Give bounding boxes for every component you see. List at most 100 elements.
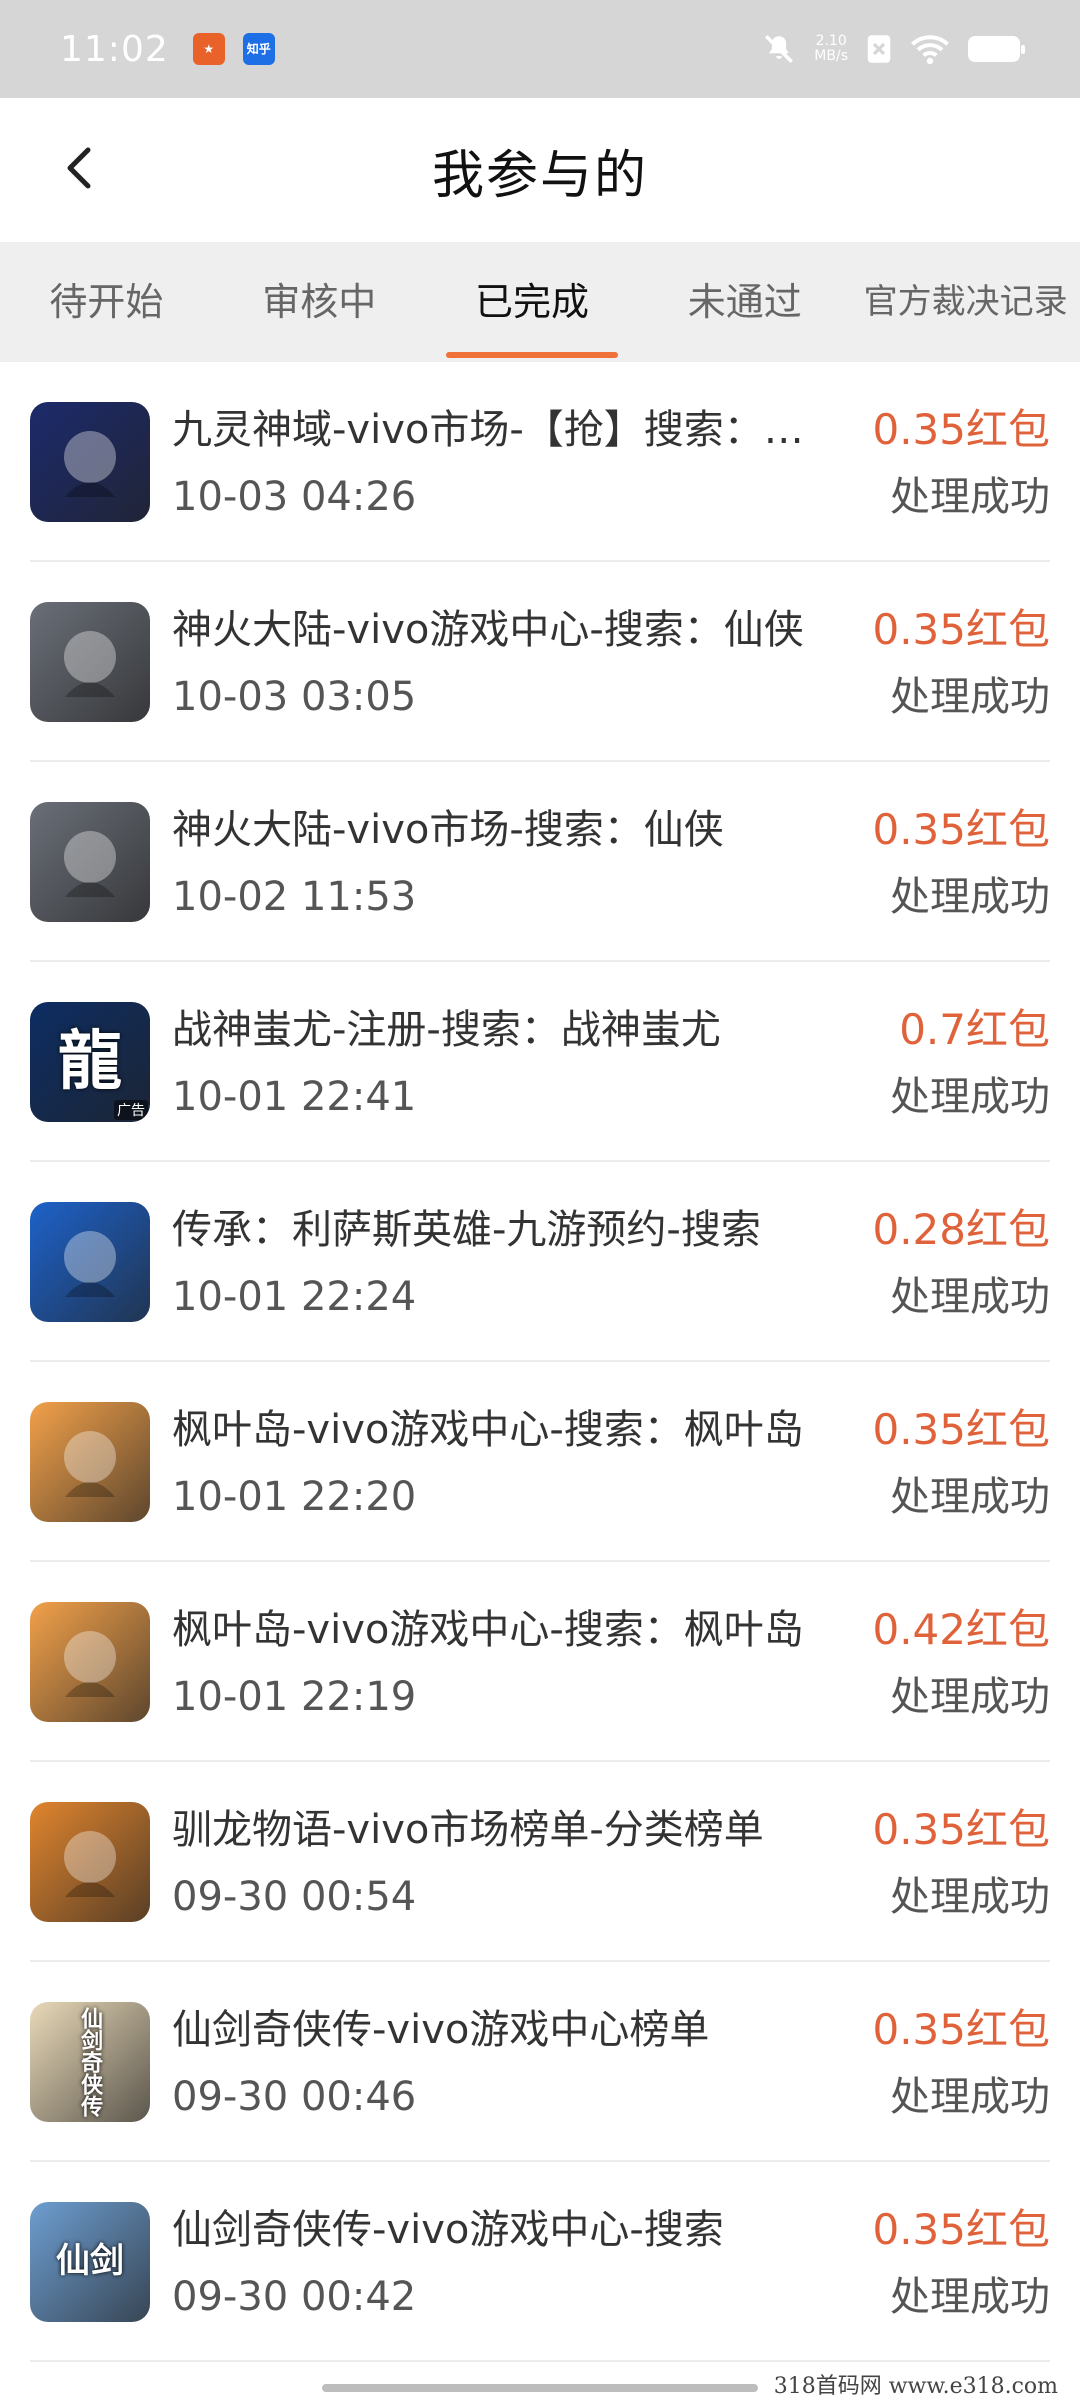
maple-girl-game-icon [30, 1402, 150, 1522]
item-result: 0.35红包 处理成功 [872, 1402, 1050, 1522]
wifi-icon [911, 35, 949, 65]
icon-art [64, 631, 116, 697]
item-title: 仙剑奇侠传-vivo游戏中心-搜索 [172, 2207, 724, 2253]
chevron-left-icon [67, 147, 91, 189]
item-info: 神火大陆-vivo市场-搜索：仙侠 10-02 11:53 [172, 802, 812, 922]
reward-amount: 0.35红包 [872, 405, 1050, 454]
item-date: 10-01 22:24 [172, 1274, 417, 1320]
blue-sword-game-icon [30, 402, 150, 522]
item-info: 枫叶岛-vivo游戏中心-搜索：枫叶岛 10-01 22:19 [172, 1602, 812, 1722]
dragon-character-game-icon: 龍广告 [30, 1002, 150, 1122]
icon-glyph: 仙剑 [56, 2241, 124, 2282]
item-date: 10-03 03:05 [172, 674, 417, 720]
tab-rejected[interactable]: 未通过 [638, 242, 851, 362]
item-date: 10-01 22:41 [172, 1074, 417, 1120]
icon-art [64, 831, 116, 897]
reward-amount: 0.42红包 [872, 1605, 1050, 1654]
reward-amount: 0.35红包 [872, 2005, 1050, 2054]
item-date: 09-30 00:42 [172, 2274, 417, 2320]
tab-official-ruling[interactable]: 官方裁决记录 [851, 242, 1080, 362]
item-title: 神火大陆-vivo游戏中心-搜索：仙侠 [172, 607, 804, 653]
item-info: 仙剑奇侠传-vivo游戏中心-搜索 09-30 00:42 [172, 2202, 812, 2322]
reward-amount: 0.35红包 [872, 805, 1050, 854]
item-result: 0.35红包 处理成功 [872, 402, 1050, 522]
status-text: 处理成功 [890, 2274, 1050, 2320]
ice-sword-game-icon: 仙剑 [30, 2202, 150, 2322]
item-result: 0.35红包 处理成功 [872, 2202, 1050, 2322]
status-text: 处理成功 [890, 2074, 1050, 2120]
status-bar: 11:02 ★ 知乎 2.10 MB/s [0, 0, 1080, 98]
masked-warrior-game-icon [30, 802, 150, 922]
item-title: 神火大陆-vivo市场-搜索：仙侠 [172, 807, 724, 853]
sim-x-icon [867, 35, 891, 63]
list-item[interactable]: 神火大陆-vivo游戏中心-搜索：仙侠 10-03 03:05 0.35红包 处… [0, 562, 1080, 762]
item-date: 09-30 00:46 [172, 2074, 417, 2120]
list-item[interactable]: 神火大陆-vivo市场-搜索：仙侠 10-02 11:53 0.35红包 处理成… [0, 762, 1080, 962]
item-title: 驯龙物语-vivo市场榜单-分类榜单 [172, 1807, 764, 1853]
item-info: 神火大陆-vivo游戏中心-搜索：仙侠 10-03 03:05 [172, 602, 812, 722]
list-item[interactable]: 驯龙物语-vivo市场榜单-分类榜单 09-30 00:54 0.35红包 处理… [0, 1762, 1080, 1962]
list-item[interactable]: 枫叶岛-vivo游戏中心-搜索：枫叶岛 10-01 22:20 0.35红包 处… [0, 1362, 1080, 1562]
mute-bell-icon [765, 34, 794, 64]
swordsman-game-icon: 仙剑奇侠传 [30, 2002, 150, 2122]
speed-unit: MB/s [814, 48, 848, 64]
reward-amount: 0.7红包 [899, 1005, 1050, 1054]
item-title: 枫叶岛-vivo游戏中心-搜索：枫叶岛 [172, 1607, 804, 1653]
item-info: 九灵神域-vivo市场-【抢】搜索：九灵神域 10-03 04:26 [172, 402, 812, 522]
item-title: 传承：利萨斯英雄-九游预约-搜索 [172, 1207, 761, 1253]
page-title: 我参与的 [431, 145, 648, 206]
item-result: 0.35红包 处理成功 [872, 802, 1050, 922]
ad-badge: 广告 [114, 1100, 148, 1120]
status-text: 处理成功 [890, 1674, 1050, 1720]
item-result: 0.35红包 处理成功 [872, 2002, 1050, 2122]
status-text: 处理成功 [890, 1074, 1050, 1120]
list-item[interactable]: 传承：利萨斯英雄-九游预约-搜索 10-01 22:24 0.28红包 处理成功 [0, 1162, 1080, 1362]
status-text: 处理成功 [890, 1474, 1050, 1520]
status-text: 处理成功 [890, 474, 1050, 520]
page-header: 我参与的 [0, 98, 1080, 242]
status-text: 处理成功 [890, 1274, 1050, 1320]
item-date: 10-02 11:53 [172, 874, 417, 920]
list-item[interactable]: 仙剑 仙剑奇侠传-vivo游戏中心-搜索 09-30 00:42 0.35红包 … [0, 2162, 1080, 2362]
list-item[interactable]: 龍广告 战神蚩尤-注册-搜索：战神蚩尤 10-01 22:41 0.7红包 处理… [0, 962, 1080, 1162]
home-indicator[interactable] [322, 2384, 758, 2392]
item-info: 仙剑奇侠传-vivo游戏中心榜单 09-30 00:46 [172, 2002, 812, 2122]
masked-warrior-game-icon [30, 602, 150, 722]
list-item[interactable]: 九灵神域-vivo市场-【抢】搜索：九灵神域 10-03 04:26 0.35红… [0, 362, 1080, 562]
icon-art [64, 431, 116, 497]
tab-completed[interactable]: 已完成 [426, 242, 639, 362]
item-date: 10-03 04:26 [172, 474, 417, 520]
icon-art [64, 1631, 116, 1697]
reward-amount: 0.28红包 [872, 1205, 1050, 1254]
item-date: 10-01 22:19 [172, 1674, 417, 1720]
network-speed: 2.10 MB/s [814, 34, 848, 64]
tab-pending[interactable]: 待开始 [0, 242, 213, 362]
item-result: 0.28红包 处理成功 [872, 1202, 1050, 1322]
status-text: 处理成功 [890, 874, 1050, 920]
item-info: 驯龙物语-vivo市场榜单-分类榜单 09-30 00:54 [172, 1802, 812, 1922]
item-title: 仙剑奇侠传-vivo游戏中心榜单 [172, 2007, 710, 2053]
back-button[interactable] [50, 138, 110, 198]
task-list: 九灵神域-vivo市场-【抢】搜索：九灵神域 10-03 04:26 0.35红… [0, 362, 1080, 2362]
list-item[interactable]: 仙剑奇侠传 仙剑奇侠传-vivo游戏中心榜单 09-30 00:46 0.35红… [0, 1962, 1080, 2162]
tab-reviewing[interactable]: 审核中 [213, 242, 426, 362]
icon-art [64, 1831, 116, 1897]
item-info: 战神蚩尤-注册-搜索：战神蚩尤 10-01 22:41 [172, 1002, 812, 1122]
panda-game-icon [30, 1802, 150, 1922]
item-title: 枫叶岛-vivo游戏中心-搜索：枫叶岛 [172, 1407, 804, 1453]
maple-girl-game-icon [30, 1602, 150, 1722]
item-title: 战神蚩尤-注册-搜索：战神蚩尤 [172, 1007, 721, 1053]
item-date: 09-30 00:54 [172, 1874, 417, 1920]
item-result: 0.42红包 处理成功 [872, 1602, 1050, 1722]
list-item[interactable]: 枫叶岛-vivo游戏中心-搜索：枫叶岛 10-01 22:19 0.42红包 处… [0, 1562, 1080, 1762]
item-result: 0.35红包 处理成功 [872, 1802, 1050, 1922]
item-date: 10-01 22:20 [172, 1474, 417, 1520]
news-app-icon: ★ [192, 33, 225, 65]
status-text: 处理成功 [890, 674, 1050, 720]
reward-amount: 0.35红包 [872, 1805, 1050, 1854]
icon-art [64, 1231, 116, 1297]
item-title: 九灵神域-vivo市场-【抢】搜索：九灵神域 [172, 407, 812, 453]
watermark: 318首码网 www.e318.com [767, 2368, 1064, 2400]
icon-glyph: 龍 [58, 1023, 122, 1099]
icon-art [64, 1431, 116, 1497]
